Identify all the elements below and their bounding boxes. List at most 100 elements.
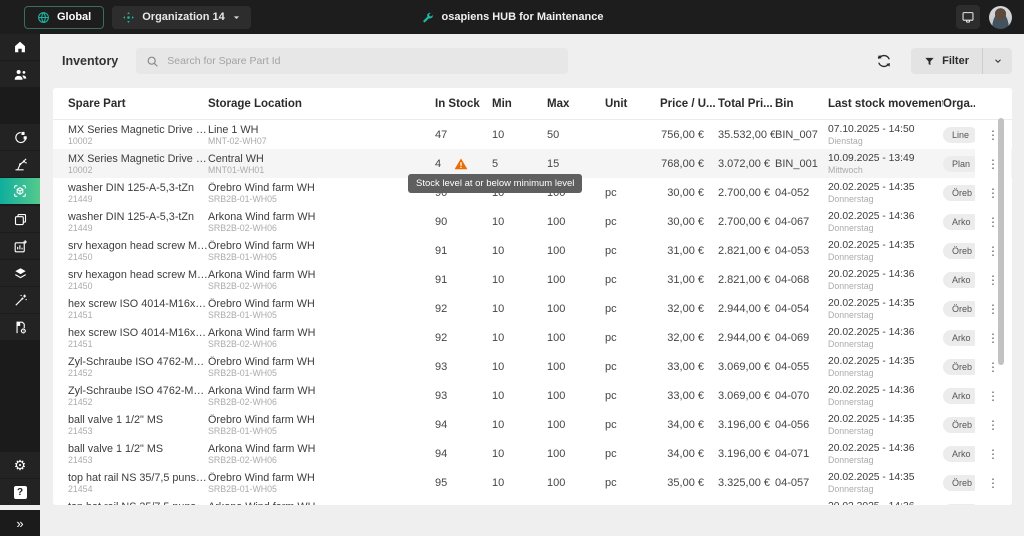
table-row[interactable]: washer DIN 125-A-5,3-tZn 21449 Arkona Wi… — [53, 207, 1012, 236]
refresh-button[interactable] — [871, 48, 897, 74]
storage-location-name: Arkona Wind farm WH — [208, 269, 435, 281]
table-header-row: Spare Part Storage Location In Stock Min… — [53, 88, 1012, 120]
column-header-total-price[interactable]: Total Pri... — [718, 98, 775, 110]
global-label: Global — [57, 11, 91, 23]
spare-part-name: top hat rail NS 35/7,5 punshed ... — [68, 472, 208, 484]
last-movement-weekday: Donnerstag — [828, 281, 943, 291]
max-value: 50 — [547, 129, 605, 141]
sidebar-item-process-history[interactable] — [0, 124, 40, 150]
sidebar-item-inventory[interactable] — [0, 178, 40, 204]
vertical-scrollbar[interactable] — [998, 118, 1004, 365]
spare-part-name: top hat rail NS 35/7,5 punshed ... — [68, 501, 208, 506]
search-input[interactable] — [167, 55, 558, 67]
table-row[interactable]: srv hexagon head screw M30x1... 21450 Ar… — [53, 265, 1012, 294]
storage-location-code: SRB2B-02-WH06 — [208, 455, 435, 465]
row-menu-button[interactable]: ⋮ — [987, 419, 999, 431]
sidebar-item-users[interactable] — [0, 61, 40, 87]
screen-share-button[interactable] — [956, 5, 980, 29]
total-price-value: 3.069,00 € — [718, 361, 775, 373]
column-header-in-stock[interactable]: In Stock — [435, 98, 492, 110]
total-price-value: 3.072,00 € — [718, 158, 775, 170]
unit-value: pc — [605, 245, 660, 257]
table-row[interactable]: ball valve 1 1/2" MS 21453 Arkona Wind f… — [53, 439, 1012, 468]
spare-part-id: 21451 — [68, 310, 208, 320]
sidebar-item-settings[interactable]: ⚙ — [0, 452, 40, 478]
sidebar-item-report-settings[interactable] — [0, 314, 40, 340]
column-header-last-stock-movement[interactable]: Last stock movement — [828, 98, 943, 110]
max-value: 100 — [547, 477, 605, 489]
row-menu-button[interactable]: ⋮ — [987, 477, 999, 489]
min-value: 10 — [492, 332, 547, 344]
organization-badge: Öreb — [943, 359, 975, 375]
global-scope-button[interactable]: Global — [24, 6, 104, 29]
table-row[interactable]: ball valve 1 1/2" MS 21453 Örebro Wind f… — [53, 410, 1012, 439]
settings-gear-icon: ⚙ — [14, 458, 27, 472]
table-row[interactable]: Zyl-Schraube ISO 4762-M24x80... 21452 Ar… — [53, 381, 1012, 410]
sidebar-item-help[interactable]: ? — [0, 479, 40, 505]
column-header-spare-part[interactable]: Spare Part — [68, 98, 208, 110]
in-stock-value: 94 — [435, 419, 447, 431]
sidebar-item-robot-arm[interactable] — [0, 151, 40, 177]
refresh-icon — [876, 53, 892, 69]
search-icon — [146, 55, 159, 68]
column-header-organization[interactable]: Orga... — [943, 98, 975, 110]
sidebar-item-home[interactable] — [0, 34, 40, 60]
user-avatar[interactable] — [989, 6, 1012, 29]
table-row[interactable]: Zyl-Schraube ISO 4762-M24x80... 21452 Ör… — [53, 352, 1012, 381]
spare-parts-scan-icon — [12, 183, 28, 199]
filter-dropdown-button[interactable] — [983, 48, 1012, 74]
row-menu-button[interactable]: ⋮ — [987, 390, 999, 402]
column-header-max[interactable]: Max — [547, 98, 605, 110]
last-movement-weekday: Donnerstag — [828, 426, 943, 436]
storage-location-name: Arkona Wind farm WH — [208, 211, 435, 223]
spare-part-id: 21451 — [68, 339, 208, 349]
total-price-value: 2.700,00 € — [718, 216, 775, 228]
table-row[interactable]: srv hexagon head screw M30x1... 21450 Ör… — [53, 236, 1012, 265]
filter-funnel-icon — [924, 56, 935, 67]
organization-badge: Plan — [943, 156, 975, 172]
column-header-bin[interactable]: Bin — [775, 98, 828, 110]
globe-icon — [37, 11, 50, 24]
chevron-down-icon — [993, 56, 1003, 66]
max-value: 100 — [547, 419, 605, 431]
filter-button[interactable]: Filter — [911, 48, 982, 74]
last-movement-weekday: Donnerstag — [828, 368, 943, 378]
table-row[interactable]: hex screw ISO 4014-M16x50-10.9 21451 Ark… — [53, 323, 1012, 352]
table-row[interactable]: MX Series Magnetic Drive Pump 10002 Line… — [53, 120, 1012, 149]
bin-value: 04-067 — [775, 216, 828, 228]
spare-part-id: 21452 — [68, 397, 208, 407]
column-header-unit[interactable]: Unit — [605, 98, 660, 110]
min-value: 10 — [492, 361, 547, 373]
column-header-price-per-unit[interactable]: Price / U... — [660, 98, 718, 110]
organization-badge: Arko — [943, 214, 975, 230]
row-menu-button[interactable]: ⋮ — [987, 448, 999, 460]
price-per-unit-value: 32,00 € — [660, 303, 718, 315]
table-row[interactable]: top hat rail NS 35/7,5 punshed ... 21454… — [53, 468, 1012, 497]
sidebar-item-chart-add[interactable] — [0, 233, 40, 259]
storage-location-code: SRB2B-02-WH06 — [208, 339, 435, 349]
table-row[interactable]: hex screw ISO 4014-M16x50-10.9 21451 Öre… — [53, 294, 1012, 323]
last-movement-weekday: Donnerstag — [828, 339, 943, 349]
column-header-min[interactable]: Min — [492, 98, 547, 110]
table-row[interactable]: top hat rail NS 35/7,5 punshed ... 21454… — [53, 497, 1012, 505]
spare-part-id: 21452 — [68, 368, 208, 378]
storage-location-code: SRB2B-01-WH05 — [208, 426, 435, 436]
price-per-unit-value: 30,00 € — [660, 216, 718, 228]
column-header-storage-location[interactable]: Storage Location — [208, 98, 435, 110]
sidebar-expand-button[interactable]: » — [0, 510, 40, 536]
total-price-value: 3.069,00 € — [718, 390, 775, 402]
spare-part-name: washer DIN 125-A-5,3-tZn — [68, 182, 208, 194]
bin-value: 04-055 — [775, 361, 828, 373]
sidebar-item-magic-wand[interactable] — [0, 287, 40, 313]
organization-selector[interactable]: Organization 14 — [112, 6, 251, 29]
bin-value: 04-068 — [775, 274, 828, 286]
price-per-unit-value: 35,00 € — [660, 477, 718, 489]
users-icon — [13, 67, 28, 82]
bin-value: 04-056 — [775, 419, 828, 431]
sidebar-item-windows[interactable] — [0, 206, 40, 232]
sidebar-item-layers[interactable] — [0, 260, 40, 286]
storage-location-code: SRB2B-02-WH06 — [208, 223, 435, 233]
unit-value: pc — [605, 361, 660, 373]
storage-location-code: MNT-02-WH07 — [208, 136, 435, 146]
search-box[interactable] — [136, 48, 568, 74]
